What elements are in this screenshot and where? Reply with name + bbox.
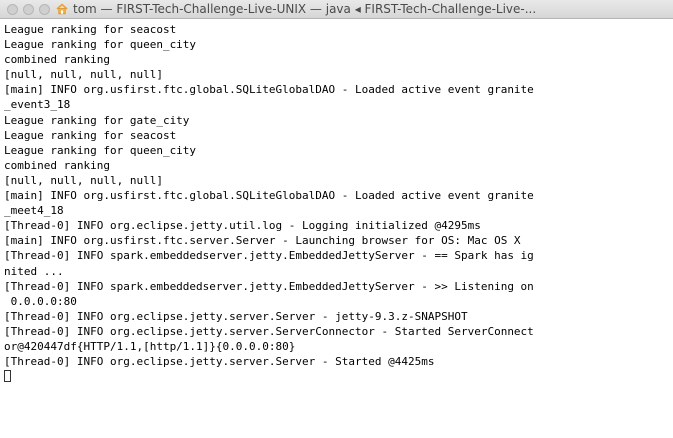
- terminal-line: or@420447df{HTTP/1.1,[http/1.1]}{0.0.0.0…: [4, 339, 296, 353]
- terminal-line: [main] INFO org.usfirst.ftc.global.SQLit…: [4, 189, 534, 203]
- terminal-line: [Thread-0] INFO org.eclipse.jetty.server…: [4, 355, 435, 369]
- output-lines: League ranking for seacost League ranking…: [4, 22, 670, 384]
- terminal-window: tom — FIRST-Tech-Challenge-Live-UNIX — j…: [0, 0, 673, 438]
- terminal-output[interactable]: League ranking for seacost League ranking…: [0, 20, 673, 438]
- terminal-line: combined ranking: [4, 53, 110, 67]
- terminal-line: [Thread-0] INFO org.eclipse.jetty.server…: [4, 324, 534, 338]
- home-icon: [56, 3, 68, 15]
- minimize-button[interactable]: [23, 4, 34, 15]
- terminal-line: [Thread-0] INFO org.eclipse.jetty.server…: [4, 309, 468, 323]
- terminal-line: [null, null, null, null]: [4, 68, 163, 82]
- prompt-line[interactable]: [4, 369, 670, 384]
- terminal-line: League ranking for seacost: [4, 128, 177, 142]
- terminal-line: _meet4_18: [4, 204, 64, 218]
- text-cursor: [4, 370, 11, 383]
- terminal-line: [main] INFO org.usfirst.ftc.global.SQLit…: [4, 83, 534, 97]
- terminal-line: League ranking for queen_city: [4, 38, 197, 52]
- zoom-button[interactable]: [39, 4, 50, 15]
- terminal-line: League ranking for queen_city: [4, 143, 197, 157]
- terminal-line: nited ...: [4, 264, 64, 278]
- terminal-line: [main] INFO org.usfirst.ftc.server.Serve…: [4, 234, 521, 248]
- terminal-line: [Thread-0] INFO spark.embeddedserver.jet…: [4, 249, 534, 263]
- terminal-line: combined ranking: [4, 158, 110, 172]
- terminal-line: [Thread-0] INFO org.eclipse.jetty.util.l…: [4, 219, 481, 233]
- terminal-line: League ranking for seacost: [4, 23, 177, 36]
- window-title: tom — FIRST-Tech-Challenge-Live-UNIX — j…: [73, 2, 537, 16]
- terminal-line: [null, null, null, null]: [4, 173, 163, 187]
- terminal-line: 0.0.0.0:80: [4, 294, 77, 308]
- terminal-line: League ranking for gate_city: [4, 113, 190, 127]
- title-bar[interactable]: tom — FIRST-Tech-Challenge-Live-UNIX — j…: [0, 0, 673, 19]
- close-button[interactable]: [7, 4, 18, 15]
- terminal-line: [Thread-0] INFO spark.embeddedserver.jet…: [4, 279, 534, 293]
- terminal-line: _event3_18: [4, 98, 71, 112]
